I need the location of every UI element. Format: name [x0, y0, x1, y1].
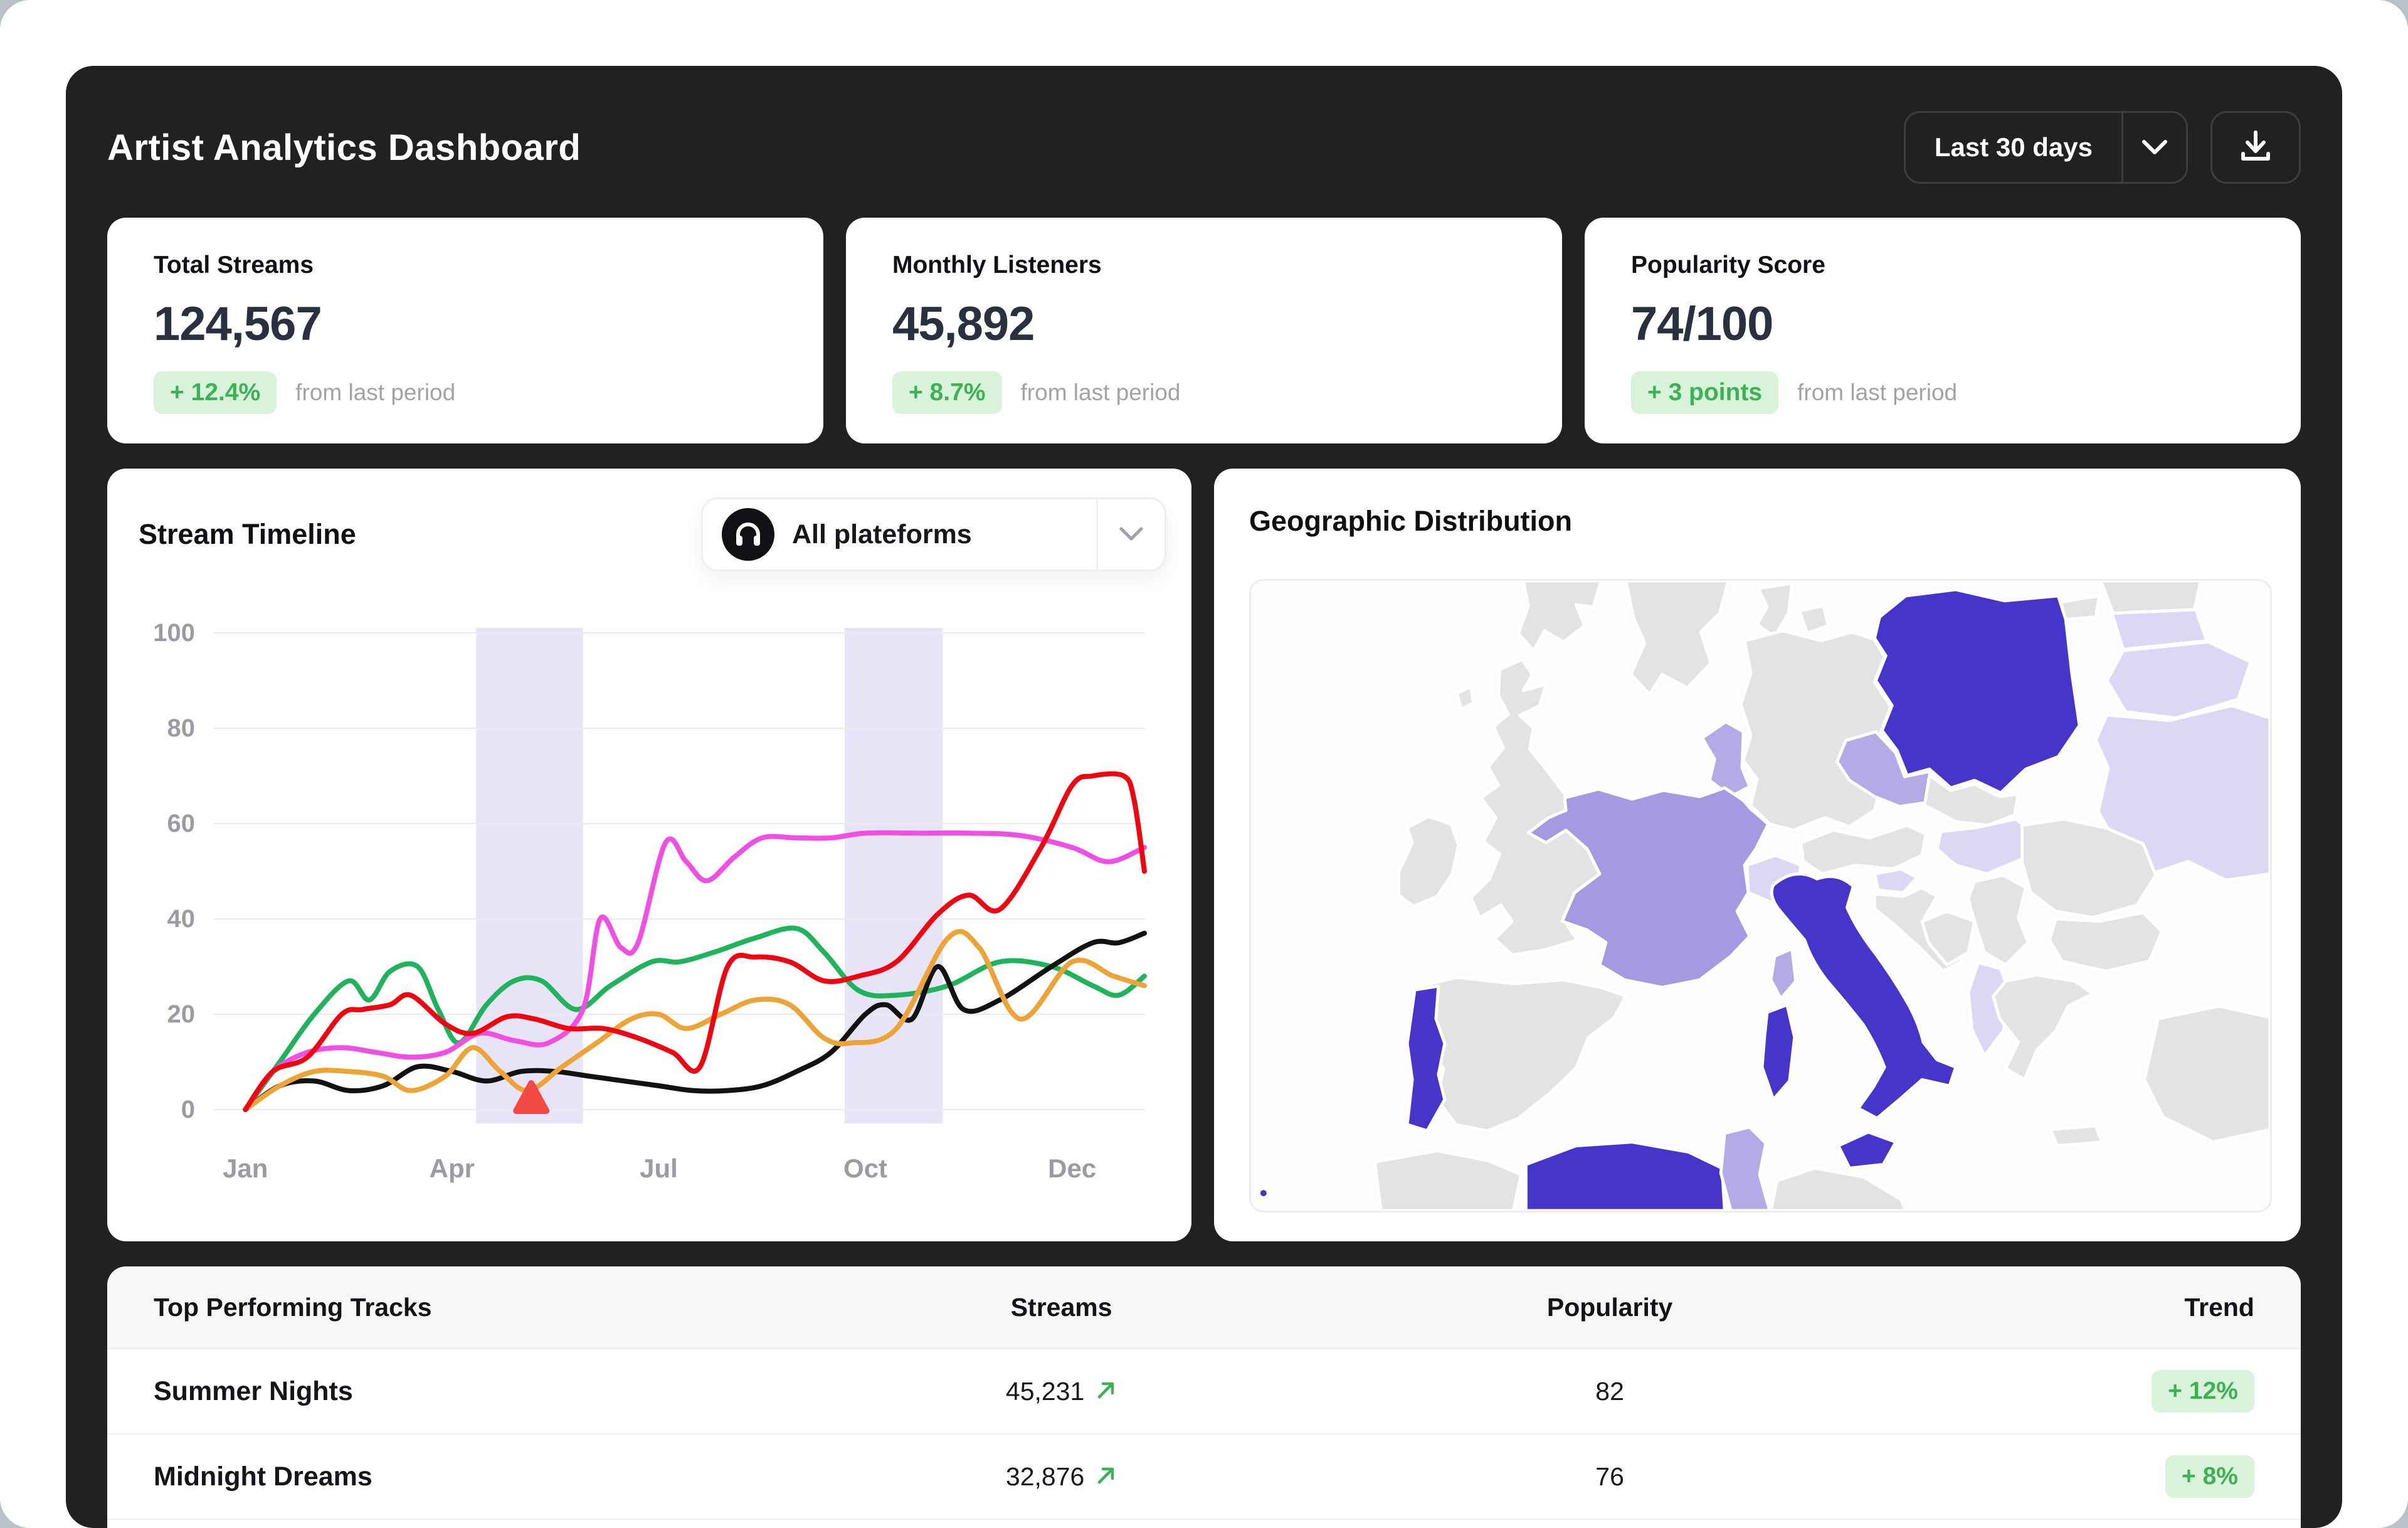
tracks-title: Top Performing Tracks [107, 1293, 765, 1322]
y-axis-label: 20 [167, 1000, 196, 1028]
stat-delta-badge: + 8.7% [892, 371, 1002, 414]
track-name: Summer Nights [107, 1376, 765, 1407]
table-row[interactable]: Summer Nights 45,231 82 + 12% [107, 1349, 2301, 1435]
map-region-ireland[interactable] [1398, 817, 1459, 906]
map-region-turkey[interactable] [2145, 1006, 2270, 1142]
panel-title: Geographic Distribution [1249, 505, 1572, 538]
map-region-algeria[interactable] [1526, 1142, 1724, 1211]
map-canvas [1249, 579, 2272, 1212]
track-trend-badge: + 8% [2165, 1455, 2254, 1498]
x-axis-label: Jul [640, 1154, 678, 1183]
map-region-serbia[interactable] [1968, 875, 2029, 965]
column-trend: Trend [1862, 1293, 2301, 1322]
panel-geographic-distribution: Geographic Distribution [1214, 469, 2301, 1241]
stat-delta-badge: + 3 points [1631, 371, 1778, 414]
stat-value: 45,892 [892, 297, 1516, 351]
y-axis-label: 0 [181, 1096, 195, 1123]
trend-up-icon [1096, 1379, 1117, 1404]
x-axis-label: Oct [843, 1154, 887, 1183]
map-region-sicily[interactable] [1839, 1132, 1896, 1169]
panel-stream-timeline: Stream Timeline All plateforms [107, 469, 1191, 1241]
panel-title: Stream Timeline [139, 518, 356, 551]
map-region-hungary[interactable] [1937, 819, 2032, 874]
chevron-down-icon [1098, 526, 1164, 543]
trend-up-icon [1096, 1465, 1117, 1489]
panels-row: Stream Timeline All plateforms [107, 469, 2301, 1241]
download-button[interactable] [2210, 111, 2301, 184]
map-region-morocco[interactable] [1375, 1151, 1521, 1211]
map-region-norway[interactable] [1518, 581, 1601, 650]
map-region-benelux[interactable] [1702, 722, 1750, 797]
chevron-down-icon [2123, 113, 2186, 182]
map-region-sweden[interactable] [1626, 581, 1728, 694]
map-region-greece[interactable] [1993, 975, 2093, 1080]
stat-label: Popularity Score [1631, 252, 2254, 279]
platform-filter-label: All plateforms [792, 519, 972, 550]
track-name: Midnight Dreams [107, 1462, 765, 1492]
map-region-crete[interactable] [2051, 1126, 2102, 1146]
tracks-header-row: Top Performing Tracks Streams Popularity… [107, 1266, 2301, 1349]
map-region-poland[interactable] [1874, 590, 2079, 793]
tracks-card: Top Performing Tracks Streams Popularity… [107, 1266, 2301, 1528]
map-region-bulgaria[interactable] [2049, 913, 2162, 971]
map-region-denmark-isles[interactable] [1800, 606, 1829, 634]
header-controls: Last 30 days [1904, 111, 2301, 184]
y-axis-label: 100 [153, 619, 195, 647]
highlight-band-2 [845, 628, 943, 1123]
track-streams: 45,231 [1006, 1377, 1084, 1406]
track-streams: 32,876 [1006, 1462, 1084, 1492]
stat-label: Total Streams [154, 252, 777, 279]
stat-cards-row: Total Streams 124,567 + 12.4% from last … [107, 218, 2301, 443]
map-region-austria[interactable] [1801, 825, 1926, 874]
map-region-tunisia[interactable] [1721, 1127, 1770, 1211]
map-region-spain[interactable] [1415, 977, 1626, 1131]
stat-card-monthly-listeners: Monthly Listeners 45,892 + 8.7% from las… [846, 218, 1562, 443]
map-region-corsica[interactable] [1771, 948, 1796, 999]
map-region-kaliningrad[interactable] [2061, 596, 2099, 620]
map-region-uk-isles[interactable] [1457, 687, 1474, 709]
date-range-label: Last 30 days [1906, 113, 2121, 182]
stat-label: Monthly Listeners [892, 252, 1516, 279]
series-magenta-line [245, 833, 1144, 1110]
map-region-sardinia[interactable] [1762, 1005, 1795, 1100]
map-attribution-mark [1260, 1190, 1267, 1196]
series-green-line [245, 928, 1144, 1110]
y-axis-label: 80 [167, 714, 196, 742]
y-axis-label: 60 [167, 810, 196, 837]
page: Artist Analytics Dashboard Last 30 days [0, 0, 2408, 1528]
stat-delta-note: from last period [1797, 379, 1957, 406]
table-row[interactable]: Midnight Dreams 32,876 76 + 8% [107, 1435, 2301, 1520]
track-popularity: 76 [1358, 1462, 1862, 1492]
stat-delta-note: from last period [295, 379, 455, 406]
map-region-denmark[interactable] [1757, 583, 1792, 637]
date-range-button[interactable]: Last 30 days [1904, 111, 2188, 184]
highlight-band-1 [476, 628, 583, 1123]
download-icon [2237, 127, 2274, 168]
stream-chart-area: 0 20 40 60 80 100 Jan Apr Jul Oct Dec [122, 602, 1176, 1226]
app-container: Artist Analytics Dashboard Last 30 days [66, 66, 2342, 1528]
column-popularity: Popularity [1358, 1293, 1862, 1322]
x-axis-label: Apr [430, 1154, 475, 1183]
stat-delta-badge: + 12.4% [154, 371, 277, 414]
map-region-slovenia[interactable] [1874, 869, 1917, 893]
x-axis-label: Dec [1048, 1154, 1096, 1183]
header: Artist Analytics Dashboard Last 30 days [107, 111, 2301, 184]
map-region-latvia[interactable] [2101, 581, 2200, 613]
x-axis-label: Jan [223, 1154, 268, 1183]
platform-filter-dropdown[interactable]: All plateforms [701, 497, 1166, 571]
map-region-libya[interactable] [1771, 1168, 1906, 1211]
headphones-icon [722, 508, 774, 561]
stat-value: 74/100 [1631, 297, 2254, 351]
stat-card-total-streams: Total Streams 124,567 + 12.4% from last … [107, 218, 823, 443]
stat-value: 124,567 [154, 297, 777, 351]
page-title: Artist Analytics Dashboard [107, 127, 581, 169]
track-popularity: 82 [1358, 1377, 1862, 1406]
y-axis-label: 40 [167, 905, 196, 933]
stat-card-popularity-score: Popularity Score 74/100 + 3 points from … [1585, 218, 2301, 443]
stat-delta-note: from last period [1021, 379, 1181, 406]
column-streams: Streams [765, 1293, 1357, 1322]
stream-chart: 0 20 40 60 80 100 Jan Apr Jul Oct Dec [122, 602, 1176, 1223]
track-trend-badge: + 12% [2152, 1370, 2254, 1413]
